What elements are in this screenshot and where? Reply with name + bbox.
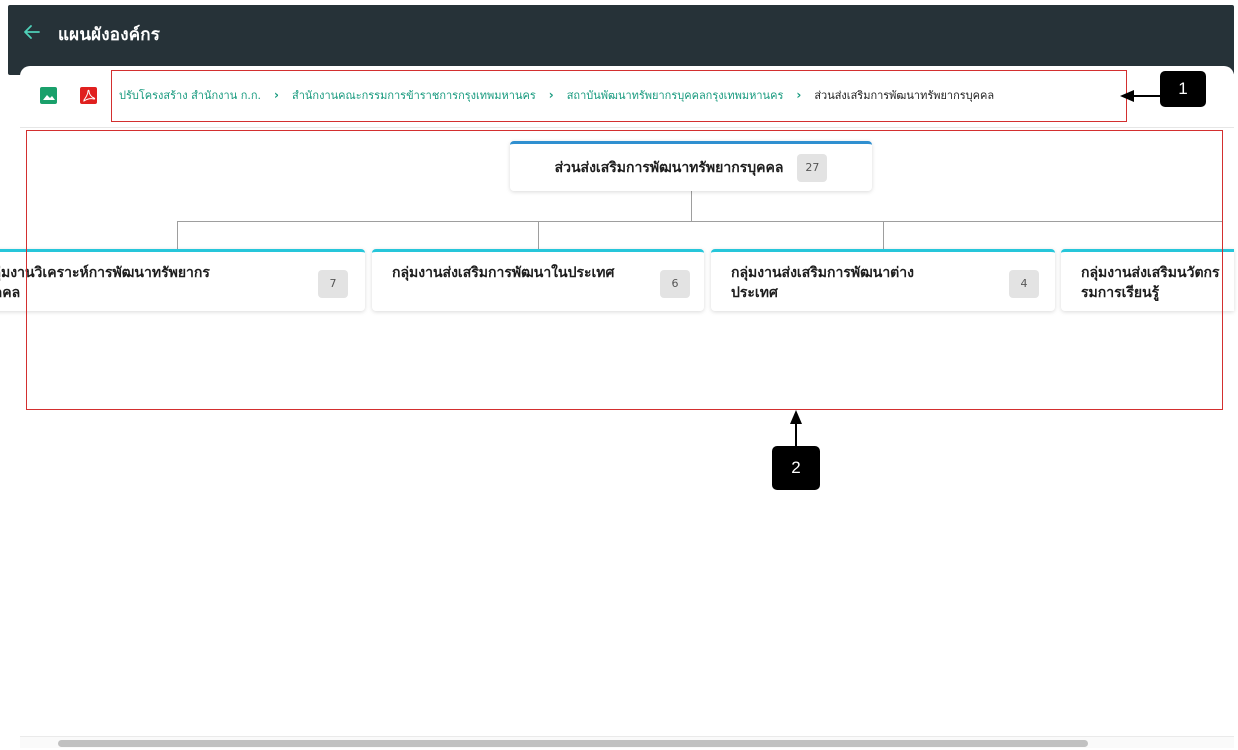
app-header: แผนผังองค์กร (8, 5, 1234, 75)
page-title: แผนผังองค์กร (58, 25, 161, 45)
annotation-box-1 (111, 70, 1127, 122)
org-chart-card: ปรับโครงสร้าง สำนักงาน ก.ก. › สำนักงานคณ… (0, 66, 1234, 750)
image-icon[interactable] (40, 87, 57, 104)
pdf-icon[interactable] (80, 87, 97, 104)
annotation-label-1: 1 (1160, 71, 1206, 107)
annotation-box-2 (26, 130, 1223, 410)
horizontal-scrollbar-thumb[interactable] (58, 740, 1088, 747)
annotation-arrow-1-icon (1120, 90, 1164, 102)
annotation-arrow-2-icon (790, 410, 802, 448)
arrow-left-icon[interactable] (22, 22, 42, 42)
annotation-label-2: 2 (772, 446, 820, 490)
horizontal-scrollbar[interactable] (20, 736, 1234, 748)
app-window: แผนผังองค์กร ปรับโครงสร้าง สำนักงาน ก.ก.… (0, 0, 1238, 750)
